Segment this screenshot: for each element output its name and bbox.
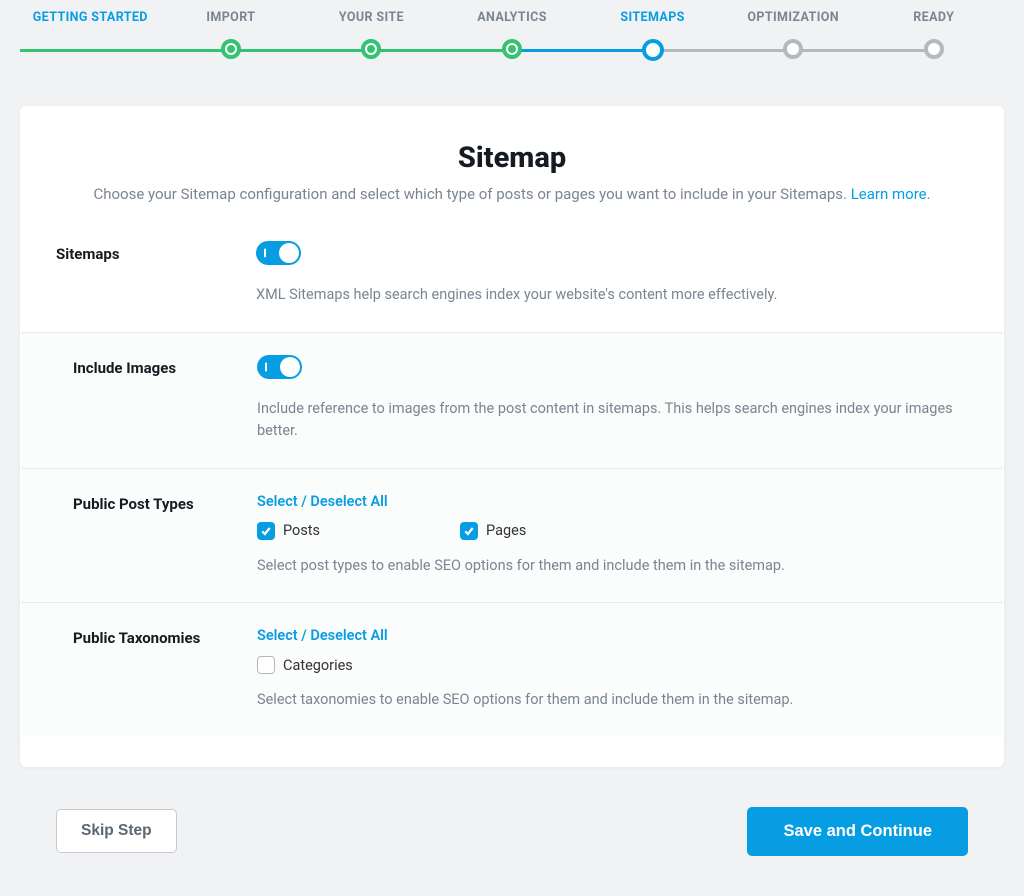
- step-label: ANALYTICS: [477, 10, 547, 25]
- subtitle-text: Choose your Sitemap configuration and se…: [93, 185, 850, 203]
- page-title: Sitemap: [80, 141, 944, 175]
- step-getting-started[interactable]: GETTING STARTED: [20, 10, 161, 61]
- step-sitemaps[interactable]: SITEMAPS: [582, 10, 723, 61]
- wizard-stepper: GETTING STARTED IMPORT YOUR SITE ANALYTI…: [0, 0, 1024, 61]
- step-ready[interactable]: READY: [863, 10, 1004, 61]
- section-label-post-types: Public Post Types: [57, 491, 257, 577]
- step-marker: [783, 39, 803, 59]
- step-connector: [20, 49, 90, 52]
- learn-more-link[interactable]: Learn more.: [851, 185, 931, 203]
- skip-step-button[interactable]: Skip Step: [56, 809, 177, 853]
- taxonomies-select-all-link[interactable]: Select / Deselect All: [257, 627, 388, 644]
- step-connector: [793, 49, 934, 52]
- wizard-footer: Skip Step Save and Continue: [20, 787, 1004, 876]
- section-public-taxonomies: Public Taxonomies Select / Deselect All …: [21, 602, 1003, 736]
- step-connector: [90, 49, 231, 52]
- step-marker: [924, 39, 944, 59]
- step-import[interactable]: IMPORT: [161, 10, 302, 61]
- step-connector: [371, 49, 512, 52]
- save-continue-button[interactable]: Save and Continue: [747, 807, 968, 856]
- step-marker: [221, 39, 241, 59]
- toggle-on-indicator: [264, 249, 266, 258]
- post-types-help-text: Select post types to enable SEO options …: [257, 555, 967, 577]
- page-subtitle: Choose your Sitemap configuration and se…: [80, 183, 944, 206]
- step-connector: [512, 49, 653, 52]
- step-optimization[interactable]: OPTIMIZATION: [723, 10, 864, 61]
- checkbox-pages[interactable]: Pages: [460, 522, 526, 540]
- checkbox-posts[interactable]: Posts: [257, 522, 320, 540]
- include-images-toggle[interactable]: [257, 355, 302, 379]
- toggle-knob: [279, 243, 299, 263]
- taxonomies-help-text: Select taxonomies to enable SEO options …: [257, 689, 967, 711]
- toggle-on-indicator: [265, 362, 267, 371]
- step-label: GETTING STARTED: [33, 10, 148, 25]
- section-label-sitemaps: Sitemaps: [56, 241, 256, 306]
- checkbox-label: Posts: [283, 522, 320, 539]
- step-marker: [642, 39, 664, 61]
- section-content: Include reference to images from the pos…: [257, 355, 967, 443]
- section-public-post-types: Public Post Types Select / Deselect All …: [21, 468, 1003, 602]
- taxonomies-checkbox-row: Categories: [257, 656, 967, 674]
- checkmark-icon: [260, 525, 272, 537]
- section-sitemaps: Sitemaps XML Sitemaps help search engine…: [20, 231, 1004, 331]
- checkbox-input[interactable]: [257, 656, 275, 674]
- section-content: Select / Deselect All Posts Pages Select…: [257, 491, 967, 577]
- step-your-site[interactable]: YOUR SITE: [301, 10, 442, 61]
- sitemaps-toggle[interactable]: [256, 241, 301, 265]
- settings-card: Sitemap Choose your Sitemap configuratio…: [20, 106, 1004, 767]
- step-label: OPTIMIZATION: [747, 10, 839, 25]
- checkbox-label: Categories: [283, 657, 353, 674]
- step-label: YOUR SITE: [339, 10, 404, 25]
- section-label-taxonomies: Public Taxonomies: [57, 625, 257, 711]
- section-content: XML Sitemaps help search engines index y…: [256, 241, 968, 306]
- toggle-knob: [280, 357, 300, 377]
- step-marker: [502, 39, 522, 59]
- step-connector: [231, 49, 372, 52]
- post-types-checkbox-row: Posts Pages: [257, 522, 967, 540]
- post-types-select-all-link[interactable]: Select / Deselect All: [257, 493, 388, 510]
- checkmark-icon: [463, 525, 475, 537]
- checkbox-categories[interactable]: Categories: [257, 656, 353, 674]
- section-content: Select / Deselect All Categories Select …: [257, 625, 967, 711]
- step-analytics[interactable]: ANALYTICS: [442, 10, 583, 61]
- sitemaps-help-text: XML Sitemaps help search engines index y…: [256, 284, 968, 306]
- step-label: IMPORT: [206, 10, 255, 25]
- step-label: SITEMAPS: [620, 10, 684, 25]
- checkbox-input[interactable]: [257, 522, 275, 540]
- section-include-images: Include Images Include reference to imag…: [21, 332, 1003, 468]
- checkbox-label: Pages: [486, 522, 526, 539]
- section-label-include-images: Include Images: [57, 355, 257, 443]
- step-label: READY: [913, 10, 954, 25]
- checkbox-input[interactable]: [460, 522, 478, 540]
- card-header: Sitemap Choose your Sitemap configuratio…: [20, 106, 1004, 231]
- include-images-help-text: Include reference to images from the pos…: [257, 398, 967, 443]
- step-marker: [361, 39, 381, 59]
- step-connector: [653, 49, 794, 52]
